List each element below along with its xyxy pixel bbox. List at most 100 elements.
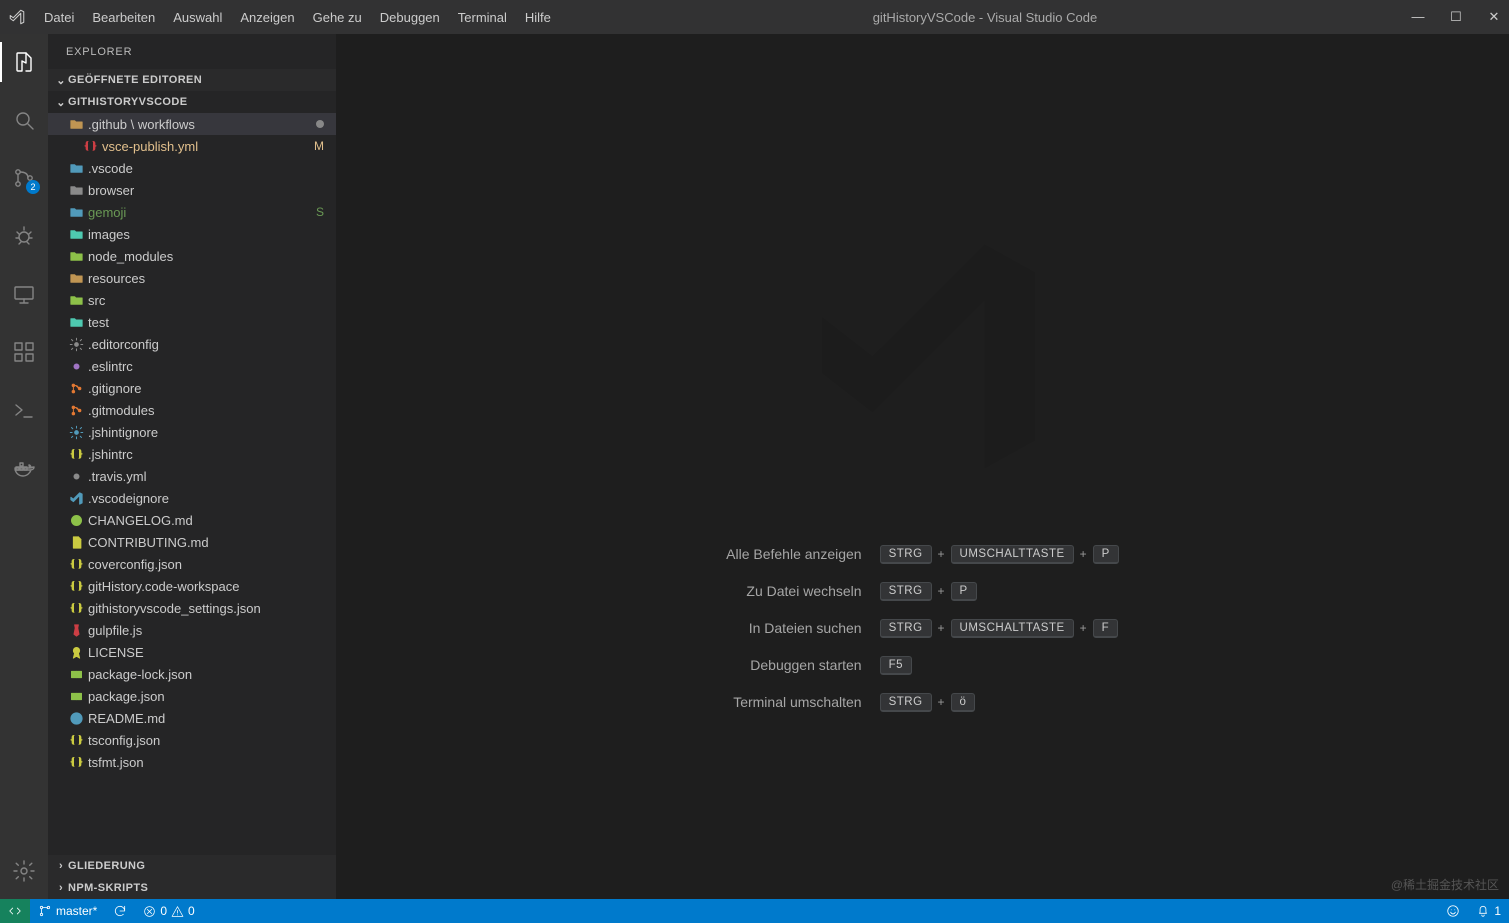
status-notifications[interactable]: 1: [1468, 899, 1509, 923]
tree-item[interactable]: .gitignore: [48, 377, 336, 399]
tree-item[interactable]: package-lock.json: [48, 663, 336, 685]
scm-badge: 2: [26, 180, 40, 194]
status-bar: master* 0 0 1: [0, 899, 1509, 923]
activity-explorer[interactable]: [0, 42, 48, 82]
status-branch-label: master*: [56, 904, 97, 918]
tree-item[interactable]: githistoryvscode_settings.json: [48, 597, 336, 619]
section-npm[interactable]: › NPM-SKRIPTS: [48, 877, 336, 899]
section-folder[interactable]: ⌄ GITHISTORYVSCODE: [48, 91, 336, 113]
tree-item[interactable]: browser: [48, 179, 336, 201]
menu-auswahl[interactable]: Auswahl: [165, 6, 230, 29]
tree-item-label: .gitmodules: [88, 403, 324, 418]
tree-item[interactable]: gitHistory.code-workspace: [48, 575, 336, 597]
tree-item-label: gulpfile.js: [88, 623, 324, 638]
close-button[interactable]: ✕: [1487, 9, 1501, 25]
tree-item[interactable]: .eslintrc: [48, 355, 336, 377]
chevron-right-icon: ›: [54, 882, 68, 894]
activity-remote[interactable]: [0, 274, 48, 314]
braces-icon: [66, 447, 86, 462]
tree-item-decoration: [316, 120, 324, 128]
activity-docker[interactable]: [0, 448, 48, 488]
keyboard-key: P: [951, 582, 977, 601]
keyboard-key: F5: [880, 656, 912, 675]
activity-extensions[interactable]: [0, 332, 48, 372]
tree-item[interactable]: .vscode: [48, 157, 336, 179]
status-sync[interactable]: [105, 899, 135, 923]
status-feedback[interactable]: [1438, 899, 1468, 923]
menu-terminal[interactable]: Terminal: [450, 6, 515, 29]
tree-item[interactable]: .jshintignore: [48, 421, 336, 443]
tree-item[interactable]: gulpfile.js: [48, 619, 336, 641]
tree-item[interactable]: .jshintrc: [48, 443, 336, 465]
status-notifications-count: 1: [1494, 904, 1501, 918]
tree-item-label: resources: [88, 271, 324, 286]
section-outline-label: GLIEDERUNG: [68, 860, 145, 872]
tree-item[interactable]: src: [48, 289, 336, 311]
tree-item[interactable]: .github \ workflows: [48, 113, 336, 135]
tree-item[interactable]: .gitmodules: [48, 399, 336, 421]
maximize-button[interactable]: ☐: [1449, 9, 1463, 25]
activity-settings[interactable]: [0, 851, 48, 891]
tree-item[interactable]: test: [48, 311, 336, 333]
activity-search[interactable]: [0, 100, 48, 140]
tree-item[interactable]: README.md: [48, 707, 336, 729]
menu-gehe zu[interactable]: Gehe zu: [305, 6, 370, 29]
menu-bearbeiten[interactable]: Bearbeiten: [84, 6, 163, 29]
key-separator: +: [1080, 621, 1087, 635]
tree-item[interactable]: vsce-publish.ymlM: [48, 135, 336, 157]
tree-item[interactable]: node_modules: [48, 245, 336, 267]
tree-item[interactable]: package.json: [48, 685, 336, 707]
window-controls: — ☐ ✕: [1411, 9, 1501, 25]
tree-item[interactable]: resources: [48, 267, 336, 289]
tree-item-label: tsfmt.json: [88, 755, 324, 770]
status-branch[interactable]: master*: [30, 899, 105, 923]
keyboard-key: STRG: [880, 545, 932, 564]
tree-item-label: .gitignore: [88, 381, 324, 396]
folder-icon: [66, 117, 86, 132]
key-separator: +: [1080, 547, 1087, 561]
vscode-icon: [66, 491, 86, 506]
folder-icon: [66, 227, 86, 242]
tree-item[interactable]: LICENSE: [48, 641, 336, 663]
tree-item[interactable]: .editorconfig: [48, 333, 336, 355]
section-outline[interactable]: › GLIEDERUNG: [48, 855, 336, 877]
tree-item[interactable]: coverconfig.json: [48, 553, 336, 575]
tree-item[interactable]: tsconfig.json: [48, 729, 336, 751]
tree-item[interactable]: .vscodeignore: [48, 487, 336, 509]
cert-icon: [66, 645, 86, 660]
attribution-text: @稀土掘金技术社区: [1391, 876, 1499, 893]
status-remote[interactable]: [0, 899, 30, 923]
tree-item[interactable]: images: [48, 223, 336, 245]
tree-item-label: CHANGELOG.md: [88, 513, 324, 528]
menu-anzeigen[interactable]: Anzeigen: [232, 6, 302, 29]
shortcut-keys: STRG+ö: [880, 693, 1119, 712]
tree-item-label: .github \ workflows: [88, 117, 310, 132]
history-icon: [66, 513, 86, 528]
tree-item[interactable]: .travis.yml: [48, 465, 336, 487]
activity-debug[interactable]: [0, 216, 48, 256]
tree-item[interactable]: tsfmt.json: [48, 751, 336, 773]
file-tree[interactable]: .github \ workflowsvsce-publish.ymlM.vsc…: [48, 113, 336, 855]
key-separator: +: [938, 695, 945, 709]
activity-scm[interactable]: 2: [0, 158, 48, 198]
activity-terminal[interactable]: [0, 390, 48, 430]
braces-icon: [66, 755, 86, 770]
tree-item-label: images: [88, 227, 324, 242]
section-open-editors[interactable]: ⌄ GEÖFFNETE EDITOREN: [48, 69, 336, 91]
tree-item-label: LICENSE: [88, 645, 324, 660]
menu-datei[interactable]: Datei: [36, 6, 82, 29]
tree-item[interactable]: CHANGELOG.md: [48, 509, 336, 531]
minimize-button[interactable]: —: [1411, 9, 1425, 25]
tree-item-label: tsconfig.json: [88, 733, 324, 748]
sidebar-title: EXPLORER: [48, 34, 336, 69]
tree-item-label: gemoji: [88, 205, 310, 220]
tree-item-label: .jshintignore: [88, 425, 324, 440]
menu-hilfe[interactable]: Hilfe: [517, 6, 559, 29]
tree-item[interactable]: CONTRIBUTING.md: [48, 531, 336, 553]
doc-icon: [66, 535, 86, 550]
status-problems[interactable]: 0 0: [135, 899, 202, 923]
menu-debuggen[interactable]: Debuggen: [372, 6, 448, 29]
gear-icon: [66, 337, 86, 352]
tree-item[interactable]: gemojiS: [48, 201, 336, 223]
keyboard-key: UMSCHALTTASTE: [951, 545, 1074, 564]
